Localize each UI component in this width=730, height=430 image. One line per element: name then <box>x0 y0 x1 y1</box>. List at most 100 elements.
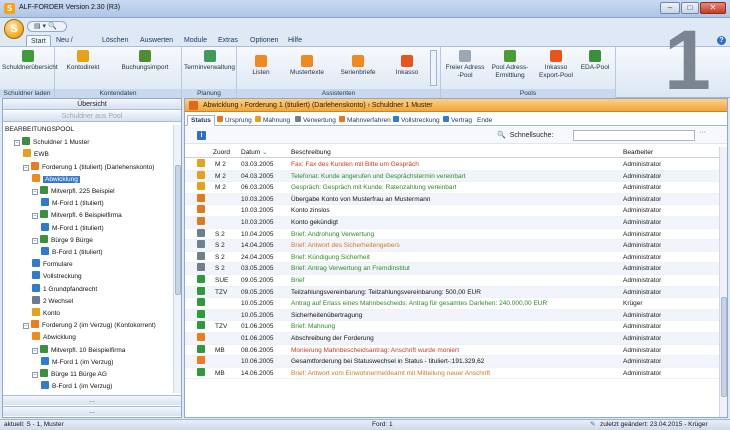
table-row[interactable]: S 2 10.04.2005 Brief: Androhung Verwertung… <box>185 228 719 241</box>
scroll-thumb[interactable] <box>175 165 181 295</box>
breadcrumb-item[interactable]: Forderung 1 (tituliert) (Darlehenskonto) <box>245 102 366 109</box>
tree-node[interactable]: − Bürge 9 Bürge <box>32 234 93 245</box>
buchungsimport-button[interactable]: Buchungsimport <box>112 50 178 72</box>
tree-node-label: Abwicklung <box>43 175 80 183</box>
table-row[interactable]: TZV 09.05.2005 Teilzahlungsvereinbarung: T… <box>185 286 719 299</box>
tab-ende[interactable]: Ende <box>473 115 496 126</box>
schuldneruebersicht-button[interactable]: Schuldnerübersicht <box>2 50 58 72</box>
tree-node[interactable]: EWB <box>23 149 49 159</box>
tree-node[interactable]: − Forderung 2 (im Verzug) (Kontokorrent) <box>23 320 156 330</box>
table-row[interactable]: S 2 03.05.2005 Brief: Antrag Verwertung an… <box>185 263 719 275</box>
table-row[interactable]: 10.05.2005 Sicherheitenübertragung Adminis… <box>185 309 719 322</box>
tree-node[interactable]: − Schuldner 1 Muster <box>14 137 89 147</box>
table-scrollbar[interactable] <box>719 147 727 417</box>
table-row[interactable]: M 2 03.03.2005 Fax: Fax des Kunden mit Bit… <box>185 159 719 171</box>
tree-node[interactable]: Formulare <box>32 259 73 269</box>
serienbriefe-button[interactable]: Serienbriefe <box>335 55 381 77</box>
gallery-scroll[interactable] <box>430 50 437 86</box>
table-row[interactable]: M 2 06.03.2005 Gespräch: Gespräch mit Kund… <box>185 182 719 194</box>
inkasso-export-pool-button[interactable]: Inkasso Export-Pool <box>535 50 577 80</box>
tree-node[interactable]: Vollstreckung <box>32 271 82 281</box>
tree-node[interactable]: − Mitverpfl. 6 Beispielfirma <box>32 210 122 220</box>
tree-node[interactable]: Abwicklung <box>32 173 80 184</box>
cell-datum: 03.03.2005 <box>241 161 274 168</box>
tree-node[interactable]: − Bürge 11 Bürge AG <box>32 369 107 379</box>
tab-verwertung[interactable]: Verwertung <box>291 115 340 126</box>
vollstreckung-icon <box>393 116 399 122</box>
table-row[interactable]: 01.06.2005 Abschreibung der Forderung Admi… <box>185 333 719 345</box>
inkasso-button[interactable]: Inkasso <box>387 55 427 77</box>
tab-mahnverfahren[interactable]: Mahnverfahren <box>335 115 395 126</box>
col-bearbeiter[interactable]: Bearbeiter <box>623 147 653 158</box>
tree-node[interactable]: M-Ford 1 (tituliert) <box>41 198 104 208</box>
collapse-toggle[interactable]: − <box>32 347 38 354</box>
tree-node[interactable]: Abwicklung <box>32 332 76 342</box>
quicksearch-input[interactable] <box>573 130 695 141</box>
tree-node[interactable]: BEARBEITUNGSPOOL <box>5 125 74 135</box>
mustertexte-button[interactable]: Mustertexte <box>285 55 329 77</box>
table-row[interactable]: TZV 01.06.2005 Brief: Mahnung Administrator <box>185 321 719 333</box>
table-row[interactable]: 10.03.2005 Übergabe Konto von Musterfrau … <box>185 193 719 206</box>
table-row[interactable]: MB 14.06.2005 Brief: Antwort vom Einwohner… <box>185 367 719 380</box>
col-zuord[interactable]: Zuord <box>213 147 230 158</box>
table-row[interactable]: S 2 24.04.2005 Brief: Kündigung Sicherheit… <box>185 251 719 264</box>
tree-node[interactable]: Konto <box>32 308 60 318</box>
tree-node[interactable]: − Forderung 1 (tituliert) (Darlehenskonto… <box>23 161 154 172</box>
pane-footer-1[interactable]: ... <box>3 395 181 405</box>
tree-node[interactable]: 1 Grundpfandrecht <box>32 283 97 294</box>
tree-node[interactable]: B-Ford 1 (tituliert) <box>41 247 103 257</box>
quick-access-search[interactable]: ▤ ▾ 🔍 <box>27 21 67 32</box>
table-row[interactable]: 10.03.2005 Konto gekündigt Administrator <box>185 217 719 229</box>
collapse-toggle[interactable]: − <box>32 189 38 195</box>
scroll-thumb[interactable] <box>721 297 727 397</box>
freier-adress-pool-button[interactable]: Freier Adress -Pool <box>444 50 486 80</box>
eda-pool-button[interactable]: EDA-Pool <box>579 50 611 72</box>
tab-ursprung[interactable]: Ursprung <box>213 115 256 126</box>
collapse-toggle[interactable]: − <box>23 323 29 330</box>
flag-blue-icon <box>41 222 49 231</box>
tree-node[interactable]: B-Ford 1 (im Verzug) <box>41 381 112 391</box>
tree-node-label: M-Ford 1 (tituliert) <box>52 224 104 232</box>
title-bar: S ALF-FORDER Version 2.30 (R3) – □ ✕ <box>0 0 730 18</box>
table-row[interactable]: 10.05.2005 Antrag auf Erlass eines Mahnbe… <box>185 298 719 310</box>
tree-node[interactable]: M-Ford 1 (im Verzug) <box>41 356 113 367</box>
pool-load-button[interactable]: Schuldner aus Pool <box>3 111 181 122</box>
table-row[interactable]: S 2 14.04.2005 Brief: Antwort des Sicherhe… <box>185 240 719 252</box>
tree-node[interactable]: 2 Wechsel <box>32 295 73 306</box>
collapse-toggle[interactable]: − <box>14 140 20 147</box>
collapse-toggle[interactable]: − <box>32 213 38 220</box>
table-row[interactable]: 10.06.2005 Gesamtforderung bei Statuswech… <box>185 356 719 368</box>
listen-button[interactable]: Listen <box>243 55 279 77</box>
collapse-toggle[interactable]: − <box>32 372 38 378</box>
col-datum[interactable]: Datum ⌄ <box>241 147 267 158</box>
table-row[interactable]: M 2 04.03.2005 Telefonat: Kunde angerufen … <box>185 170 719 183</box>
tree-node[interactable]: − Mitverpfl. 10 Beispielfirma <box>32 344 125 355</box>
cell-datum: 06.03.2005 <box>241 184 274 192</box>
breadcrumb-item[interactable]: Schuldner 1 Muster <box>372 102 433 109</box>
doc-green-icon <box>197 275 205 283</box>
kontodirekt-button[interactable]: Kontodirekt <box>58 50 108 72</box>
collapse-toggle[interactable]: − <box>32 237 38 244</box>
overview-button[interactable]: Übersicht <box>3 99 181 110</box>
info-icon[interactable]: i <box>197 131 206 140</box>
pool-adress-ermittlung-button[interactable]: Pool Adress-Ermittlung <box>488 50 532 80</box>
tab-mahnung[interactable]: Mahnung <box>251 115 294 126</box>
col-beschreibung[interactable]: Beschreibung <box>291 147 331 158</box>
table-row[interactable]: SUE 09.05.2005 Brief Administrator <box>185 275 719 287</box>
cell-datum: 10.06.2005 <box>241 358 274 366</box>
terminverwaltung-button[interactable]: Terminverwaltung <box>184 50 235 72</box>
tree-node[interactable]: − Mitverpfl. 225 Beispiel <box>32 186 115 196</box>
pane-footer-2[interactable]: ... <box>3 406 181 416</box>
table-row[interactable]: MB 08.06.2005 Monierung Mahnbescheidsantra… <box>185 344 719 357</box>
tab-vertrag[interactable]: Vertrag <box>439 115 476 126</box>
tab-status[interactable]: Status <box>187 115 215 126</box>
tab-vollstreckung[interactable]: Vollstreckung <box>389 115 444 126</box>
more-options-button[interactable]: ··· <box>699 129 706 136</box>
tree-scrollbar[interactable] <box>173 125 181 393</box>
app-menu-button[interactable]: S <box>4 19 24 39</box>
cell-beschreibung: Antrag auf Erlass eines Mahnbescheids: A… <box>291 300 548 308</box>
tree-node[interactable]: M-Ford 1 (tituliert) <box>41 222 104 233</box>
table-row[interactable]: 10.03.2005 Konto zinslos Administrator <box>185 205 719 217</box>
breadcrumb-item[interactable]: Abwicklung <box>203 102 238 109</box>
collapse-toggle[interactable]: − <box>23 164 29 171</box>
